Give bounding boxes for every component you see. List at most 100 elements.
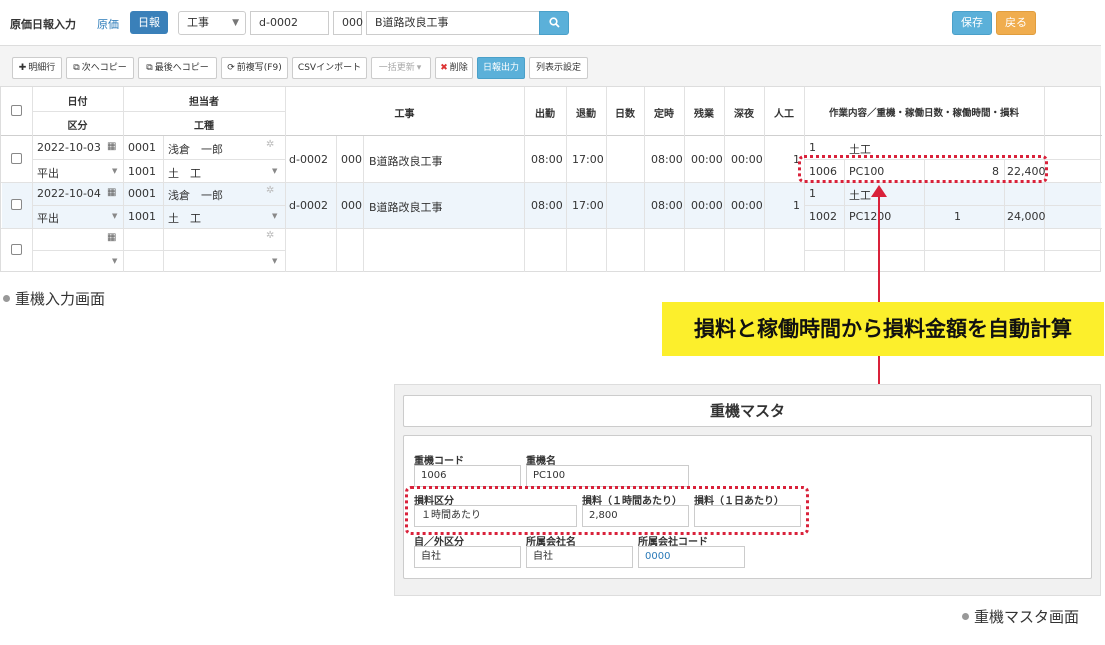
mode-daily-button[interactable]: 日報: [130, 11, 168, 34]
row-night[interactable]: 00:00: [731, 153, 763, 166]
chevron-down-icon[interactable]: ▼: [112, 212, 117, 220]
row-date[interactable]: 2022-10-04: [37, 187, 101, 200]
rate-fields-highlight: [405, 486, 809, 535]
copy-icon: ⧉: [146, 63, 153, 73]
ownership-field[interactable]: 自社: [414, 546, 521, 568]
delete-button[interactable]: ✖ 削除: [435, 57, 473, 79]
caret-down-icon: ▾: [416, 63, 422, 73]
calendar-icon[interactable]: ▦: [107, 232, 116, 243]
row-category[interactable]: 平出: [37, 165, 59, 181]
row-checkbox[interactable]: [11, 153, 22, 164]
entry-screen-caption-text: 重機入力画面: [15, 290, 106, 308]
row-work-name[interactable]: B道路改良工事: [369, 153, 443, 169]
add-row-button[interactable]: ✚ 明細行: [12, 57, 62, 79]
row-checkbox[interactable]: [11, 199, 22, 210]
back-button[interactable]: 戻る: [996, 11, 1036, 35]
company-code-field[interactable]: 0000: [638, 546, 745, 568]
callout-banner: 損料と稼働時間から損料金額を自動計算: [662, 302, 1104, 356]
chevron-down-icon[interactable]: ▼: [112, 167, 117, 175]
plus-icon: ✚: [18, 63, 27, 73]
chevron-down-icon[interactable]: ▼: [272, 257, 277, 265]
row-trade-name[interactable]: 土 工: [168, 210, 201, 226]
detail-amount: 24,000: [1007, 210, 1046, 223]
close-icon: ✖: [440, 63, 448, 73]
header-work: 工事: [394, 109, 415, 120]
copy-next-button[interactable]: ⧉ 次へコピー: [66, 57, 134, 79]
chevron-down-icon[interactable]: ▼: [272, 212, 277, 220]
search-button[interactable]: [539, 11, 569, 35]
bulk-update-button[interactable]: 一括更新 ▾: [371, 57, 431, 79]
row-trade-name[interactable]: 土 工: [168, 165, 201, 181]
row-regular[interactable]: 08:00: [651, 153, 683, 166]
row-person-name[interactable]: 浅倉 一郎: [168, 187, 223, 203]
row-leave[interactable]: 17:00: [572, 199, 604, 212]
connector-line-top: [878, 196, 880, 302]
copy-last-label: 最後へコピー: [154, 63, 209, 73]
row-labor[interactable]: 1: [793, 199, 800, 212]
equipment-name-field[interactable]: PC100: [526, 465, 689, 487]
chevron-down-icon[interactable]: ▼: [272, 167, 277, 175]
row-category[interactable]: 平出: [37, 210, 59, 226]
row-work-branch[interactable]: 000: [341, 199, 362, 212]
column-settings-button[interactable]: 列表示設定: [529, 57, 588, 79]
row-trade-code[interactable]: 1001: [128, 165, 156, 178]
row-work-name[interactable]: B道路改良工事: [369, 199, 443, 215]
calendar-icon[interactable]: ▦: [107, 141, 116, 152]
row-work-branch[interactable]: 000: [341, 153, 362, 166]
master-title: 重機マスタ: [403, 395, 1092, 427]
master-screen-caption: 重機マスタ画面: [962, 606, 1079, 627]
row-date[interactable]: 2022-10-03: [37, 141, 101, 154]
copy-prev-button[interactable]: ⟳ 前複写(F9): [221, 57, 288, 79]
branch-input[interactable]: 000: [333, 11, 363, 35]
row-person-name[interactable]: 浅倉 一郎: [168, 141, 223, 157]
row-regular[interactable]: 08:00: [651, 199, 683, 212]
row-start[interactable]: 08:00: [531, 153, 563, 166]
row-leave[interactable]: 17:00: [572, 153, 604, 166]
entry-screen-caption: 重機入力画面: [3, 288, 105, 309]
page-title: 原価日報入力: [10, 18, 76, 31]
header-regular: 定時: [654, 109, 674, 120]
company-name-field[interactable]: 自社: [526, 546, 633, 568]
detail-equipment-code[interactable]: 1002: [809, 210, 837, 223]
header-days: 日数: [615, 109, 635, 120]
copy-last-button[interactable]: ⧉ 最後へコピー: [138, 57, 217, 79]
code-input[interactable]: d-0002: [250, 11, 329, 35]
row-work-code[interactable]: d-0002: [289, 153, 328, 166]
detail-work-name[interactable]: 土工: [849, 187, 871, 203]
name-input[interactable]: B道路改良工事: [366, 11, 540, 35]
gear-icon[interactable]: ✲: [266, 139, 274, 150]
row-start[interactable]: 08:00: [531, 199, 563, 212]
app-header: 原価日報入力 原価 日報 工事 ▼ d-0002 000 B道路改良工事 保存 …: [0, 0, 1101, 46]
calendar-icon[interactable]: ▦: [107, 187, 116, 198]
copy-next-label: 次へコピー: [81, 63, 127, 73]
amount-highlight: [798, 155, 1048, 183]
row-work-code[interactable]: d-0002: [289, 199, 328, 212]
gear-icon[interactable]: ✲: [266, 185, 274, 196]
row-night[interactable]: 00:00: [731, 199, 763, 212]
category-select[interactable]: 工事 ▼: [178, 11, 246, 35]
row-trade-code[interactable]: 1001: [128, 210, 156, 223]
row-overtime[interactable]: 00:00: [691, 153, 723, 166]
detail-work-code[interactable]: 1: [809, 187, 816, 200]
row-overtime[interactable]: 00:00: [691, 199, 723, 212]
header-labor: 人工: [774, 109, 794, 120]
add-row-label: 明細行: [28, 63, 56, 73]
row-checkbox[interactable]: [11, 244, 22, 255]
detail-equipment-name[interactable]: PC1200: [849, 210, 891, 223]
row-person-code[interactable]: 0001: [128, 187, 156, 200]
chevron-down-icon[interactable]: ▼: [112, 257, 117, 265]
search-icon: [548, 17, 560, 28]
daily-output-button[interactable]: 日報出力: [477, 57, 525, 79]
save-button[interactable]: 保存: [952, 11, 992, 35]
equipment-code-field[interactable]: 1006: [414, 465, 521, 487]
csv-import-button[interactable]: CSVインポート: [292, 57, 367, 79]
detail-days[interactable]: 1: [954, 210, 961, 223]
select-all-checkbox[interactable]: [11, 105, 22, 116]
copy-prev-label: 前複写(F9): [236, 63, 282, 73]
gear-icon[interactable]: ✲: [266, 230, 274, 241]
detail-work-code[interactable]: 1: [809, 141, 816, 154]
category-select-value: 工事: [187, 16, 209, 29]
mode-cost-link[interactable]: 原価: [97, 16, 119, 32]
row-person-code[interactable]: 0001: [128, 141, 156, 154]
refresh-icon: ⟳: [227, 63, 235, 73]
